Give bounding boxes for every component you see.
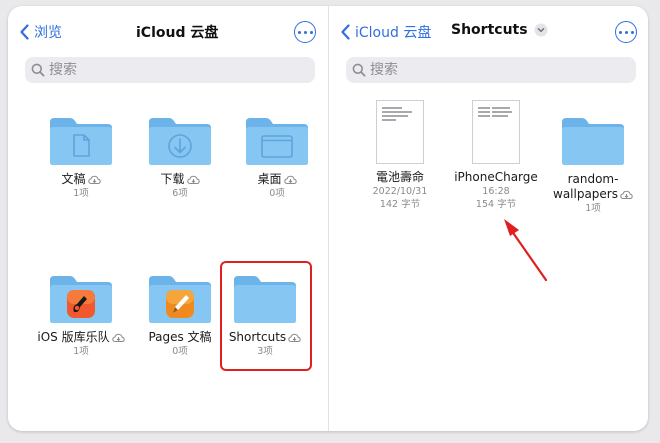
left-nav-bar: 浏览 iCloud 云盘 — [8, 6, 328, 52]
folder-item-pages[interactable]: Pages 文稿 0项 — [128, 274, 232, 358]
left-pane: 浏览 iCloud 云盘 文稿 1项 — [8, 6, 328, 431]
item-count: 0项 — [269, 188, 285, 199]
cloud-download-icon — [111, 333, 125, 342]
back-label: 浏览 — [34, 25, 62, 41]
annotation-arrow-icon — [504, 219, 548, 282]
folder-icon — [48, 116, 114, 166]
item-name: iOS 版库乐队 — [37, 330, 110, 344]
item-count: 0项 — [172, 346, 188, 357]
item-name: 下载 — [160, 172, 185, 186]
cloud-download-icon — [283, 175, 297, 184]
cloud-download-icon — [186, 175, 200, 184]
cloud-download-icon — [87, 175, 101, 184]
folder-item-desktop[interactable]: 桌面 0项 — [232, 116, 322, 200]
more-options-button[interactable] — [294, 21, 316, 43]
right-pane: iCloud 云盘 Shortcuts 搜索 電池壽命 2022/10/31 1… — [329, 6, 648, 431]
item-name: 桌面 — [257, 172, 282, 186]
search-bar[interactable] — [25, 57, 315, 83]
item-count: 1项 — [73, 346, 89, 357]
folder-icon — [48, 274, 114, 324]
search-icon — [31, 63, 45, 77]
highlight-box — [220, 261, 312, 371]
folder-item-garageband[interactable]: iOS 版库乐队 1项 — [26, 274, 136, 358]
item-name: 文稿 — [61, 172, 86, 186]
item-count: 6项 — [172, 188, 188, 199]
folder-icon — [147, 116, 213, 166]
page-title: iCloud 云盘 — [136, 25, 219, 41]
folder-item-documents[interactable]: 文稿 1项 — [36, 116, 126, 200]
folder-icon — [147, 274, 213, 324]
item-count: 1项 — [73, 188, 89, 199]
item-name: Pages 文稿 — [148, 330, 212, 344]
search-input[interactable] — [49, 62, 249, 78]
files-app-window: 浏览 iCloud 云盘 文稿 1项 — [8, 6, 648, 431]
chevron-left-icon — [20, 24, 29, 40]
folder-icon — [244, 116, 310, 166]
folder-item-downloads[interactable]: 下载 6项 — [135, 116, 225, 200]
back-button-browse[interactable]: 浏览 — [20, 21, 62, 43]
